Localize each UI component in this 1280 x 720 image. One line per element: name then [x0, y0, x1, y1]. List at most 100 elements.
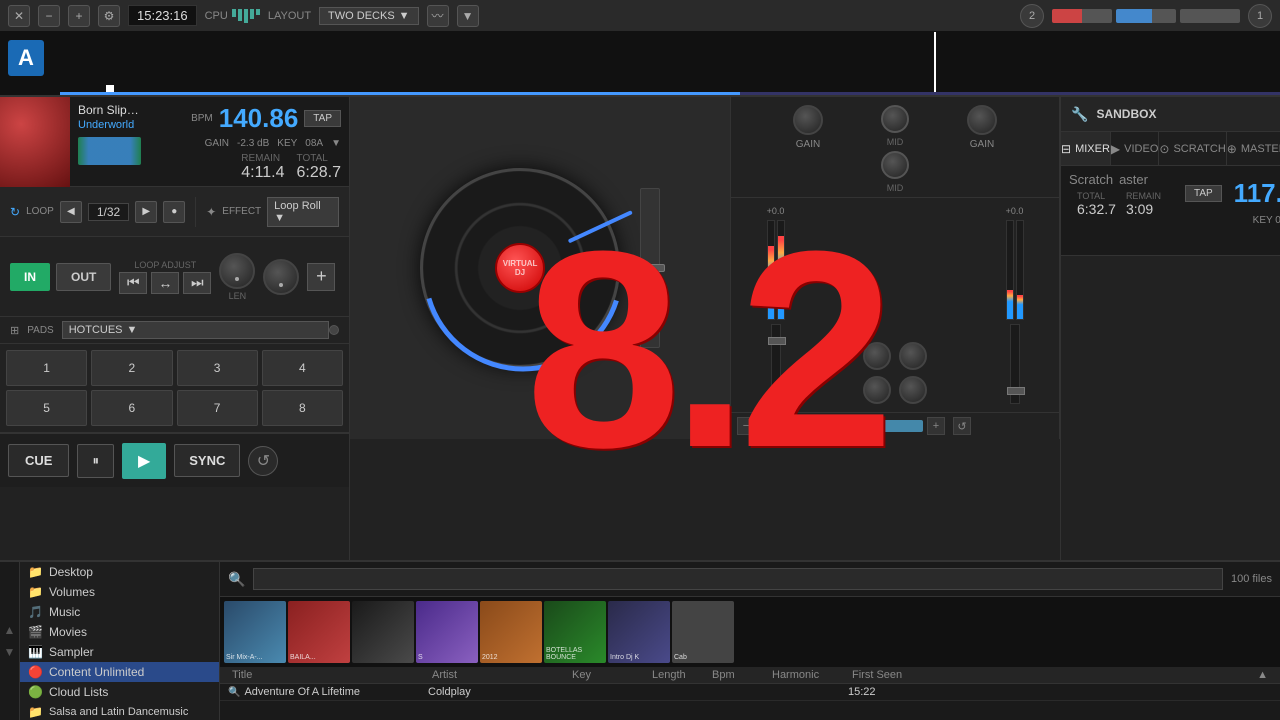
- ch-fader-right[interactable]: [1010, 324, 1020, 404]
- eq-mid-col: MID MID: [881, 105, 909, 193]
- tab-video[interactable]: ▶ VIDEO: [1111, 132, 1159, 165]
- in-button[interactable]: IN: [10, 263, 50, 291]
- left-cue-button[interactable]: CUE: [8, 444, 69, 477]
- sidebar-item-cloud-lists[interactable]: 🟢 Cloud Lists: [20, 682, 219, 702]
- pad-7[interactable]: 7: [177, 390, 258, 426]
- eq-knob-mid2[interactable]: [881, 151, 909, 179]
- center-knob-4[interactable]: [899, 376, 927, 404]
- album-2[interactable]: BAILA...: [288, 601, 350, 663]
- browser-main: 🔍 100 files Sir Mix-A-... BAILA... S 201…: [220, 562, 1280, 720]
- sidebar-item-desktop[interactable]: 📁 Desktop: [20, 562, 219, 582]
- center-knob-1[interactable]: [863, 342, 891, 370]
- turntable-area[interactable]: VIRTUAL DJ: [350, 97, 730, 439]
- eq-knob-mid[interactable]: [881, 105, 909, 133]
- len-knob[interactable]: [219, 253, 255, 289]
- album-6[interactable]: BOTELLAS BOUNCE: [544, 601, 606, 663]
- arrow-down-btn[interactable]: ▼: [4, 645, 16, 659]
- sidebar-item-salsa[interactable]: 📁 Salsa and Latin Dancemusic: [20, 702, 219, 720]
- ch-fader-handle-left[interactable]: [768, 337, 786, 345]
- tap-button[interactable]: TAP: [304, 110, 341, 127]
- album-4[interactable]: S: [416, 601, 478, 663]
- movies-icon: 🎬: [28, 625, 43, 639]
- gain-knob-left[interactable]: [793, 105, 823, 135]
- loop-set-btn[interactable]: ●: [163, 201, 185, 223]
- cf-left-btn[interactable]: −: [737, 417, 755, 435]
- minimize-btn[interactable]: −: [38, 5, 60, 27]
- arrow-up-btn[interactable]: ▲: [4, 623, 16, 637]
- crossfader-handle[interactable]: [825, 418, 839, 434]
- left-sync-button[interactable]: SYNC: [174, 444, 240, 477]
- right-bpm-value: 117.00: [1226, 172, 1280, 215]
- cpu-indicator: CPU: [205, 9, 260, 23]
- loop-icon-btn[interactable]: ↺: [248, 446, 278, 476]
- effect-label: EFFECT: [222, 206, 261, 217]
- pad-1[interactable]: 1: [6, 350, 87, 386]
- album-5[interactable]: 2012: [480, 601, 542, 663]
- sidebar-item-movies[interactable]: 🎬 Movies: [20, 622, 219, 642]
- gain-knob-col-left: GAIN: [735, 105, 881, 193]
- layout-selector[interactable]: TWO DECKS ▼: [319, 7, 419, 25]
- len-knob-area: LEN: [219, 253, 255, 301]
- left-play-button[interactable]: ▶: [122, 443, 166, 479]
- waveform-btn[interactable]: 〰: [427, 5, 449, 27]
- cf-right-btn[interactable]: +: [927, 417, 945, 435]
- close-btn[interactable]: ✕: [8, 5, 30, 27]
- key-dropdown-icon[interactable]: ▼: [331, 138, 341, 149]
- pad-5[interactable]: 5: [6, 390, 87, 426]
- track-artwork: [0, 97, 70, 187]
- pad-8[interactable]: 8: [262, 390, 343, 426]
- sidebar-item-sampler[interactable]: 🎹 Sampler: [20, 642, 219, 662]
- loop-prev-btn[interactable]: ◀: [60, 201, 82, 223]
- left-pause-button[interactable]: ⏸: [77, 444, 114, 478]
- loop-back-icon[interactable]: ↺: [953, 417, 971, 435]
- pad-2[interactable]: 2: [91, 350, 172, 386]
- pad-4[interactable]: 4: [262, 350, 343, 386]
- cloud-lists-icon: 🟢: [28, 685, 43, 699]
- maximize-btn[interactable]: +: [68, 5, 90, 27]
- tab-mixer[interactable]: ⊟ MIXER: [1061, 132, 1111, 165]
- pad-3[interactable]: 3: [177, 350, 258, 386]
- adj-center-btn[interactable]: ↔: [151, 272, 179, 294]
- sidebar-item-content-unlimited[interactable]: 🔴 Content Unlimited: [20, 662, 219, 682]
- plus-button[interactable]: +: [307, 263, 335, 291]
- crossfader-left-bar: [759, 420, 839, 432]
- adj-back-btn[interactable]: ⏮: [119, 272, 147, 294]
- ch-fader-handle-right[interactable]: [1007, 387, 1025, 395]
- album-label-8: Cab: [674, 654, 687, 661]
- search-input[interactable]: [253, 568, 1223, 590]
- pitch-slider[interactable]: [640, 188, 660, 348]
- waveform-options-btn[interactable]: ▼: [457, 5, 479, 27]
- effect-selector[interactable]: Loop Roll ▼: [267, 197, 339, 227]
- dry-wet-knob[interactable]: [263, 259, 299, 295]
- album-1[interactable]: Sir Mix-A-...: [224, 601, 286, 663]
- ch-fader-left[interactable]: [771, 324, 781, 404]
- album-7[interactable]: Intro Dj K: [608, 601, 670, 663]
- hotcues-selector[interactable]: HOTCUES ▼: [62, 321, 329, 339]
- album-8[interactable]: Cab: [672, 601, 734, 663]
- tab-scratch[interactable]: ⊙ SCRATCH: [1159, 132, 1226, 165]
- pitch-slider-handle[interactable]: [637, 264, 665, 272]
- tab-master[interactable]: ⊕ MASTER: [1227, 132, 1280, 165]
- center-knob-2[interactable]: [899, 342, 927, 370]
- col-seen-header[interactable]: First Seen: [848, 669, 1253, 681]
- track-row-1[interactable]: 🔍 Adventure Of A Lifetime Coldplay 15:22: [220, 684, 1280, 701]
- turntable[interactable]: VIRTUAL DJ: [420, 168, 620, 368]
- sidebar-item-volumes[interactable]: 📁 Volumes: [20, 582, 219, 602]
- bpm-info: GAIN -2.3 dB KEY 08A ▼: [205, 138, 341, 149]
- track-seen-cell: 15:22: [848, 686, 1272, 698]
- loop-next-btn[interactable]: ▶: [135, 201, 157, 223]
- track-miniwave[interactable]: [78, 137, 141, 165]
- album-strip: Sir Mix-A-... BAILA... S 2012 BOTELLAS B…: [220, 597, 1280, 667]
- adj-forward-btn[interactable]: ⏭: [183, 272, 211, 294]
- right-tap-btn[interactable]: TAP: [1185, 185, 1222, 202]
- gain-knob-right[interactable]: [967, 105, 997, 135]
- pad-6[interactable]: 6: [91, 390, 172, 426]
- album-label-1: Sir Mix-A-...: [226, 654, 263, 661]
- out-button[interactable]: OUT: [56, 263, 111, 291]
- center-knob-3[interactable]: [863, 376, 891, 404]
- sidebar-item-music[interactable]: 🎵 Music: [20, 602, 219, 622]
- settings-btn[interactable]: ⚙: [98, 5, 120, 27]
- waveform-area[interactable]: A // Draw random waveform bars var svg =…: [0, 32, 1280, 97]
- pads-section: ⊞ PADS HOTCUES ▼ 1 2 3 4 5 6 7 8: [0, 317, 349, 433]
- album-3[interactable]: [352, 601, 414, 663]
